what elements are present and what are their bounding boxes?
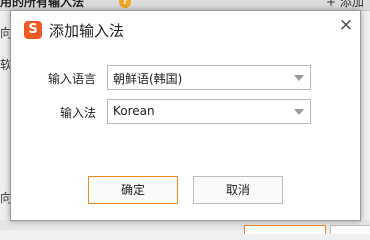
chevron-down-icon bbox=[294, 75, 304, 81]
input-language-label: 输入语言 bbox=[47, 72, 96, 86]
help-icon[interactable]: ? bbox=[119, 0, 131, 8]
cancel-button[interactable]: 取消 bbox=[193, 176, 283, 204]
background-button[interactable] bbox=[244, 225, 326, 234]
background-button[interactable] bbox=[330, 225, 370, 234]
chevron-down-icon bbox=[294, 109, 304, 115]
input-method-value: Korean bbox=[113, 104, 155, 118]
add-input-method-dialog: S 添加输入法 × 输入语言 朝鲜语(韩国) 输入法 Korean 确定 取消 bbox=[10, 10, 361, 221]
background-title: 用的所有输入法 bbox=[0, 0, 85, 9]
confirm-button[interactable]: 确定 bbox=[88, 176, 178, 204]
sogou-logo-icon: S bbox=[24, 21, 42, 39]
input-method-label: 输入法 bbox=[59, 106, 96, 120]
input-language-select[interactable]: 朝鲜语(韩国) bbox=[107, 65, 311, 90]
input-language-value: 朝鲜语(韩国) bbox=[113, 72, 183, 86]
dialog-title: 添加输入法 bbox=[49, 22, 125, 40]
close-icon[interactable]: × bbox=[337, 16, 355, 34]
input-method-select[interactable]: Korean bbox=[107, 99, 311, 124]
background-add-button[interactable]: + 添加 bbox=[326, 0, 364, 10]
